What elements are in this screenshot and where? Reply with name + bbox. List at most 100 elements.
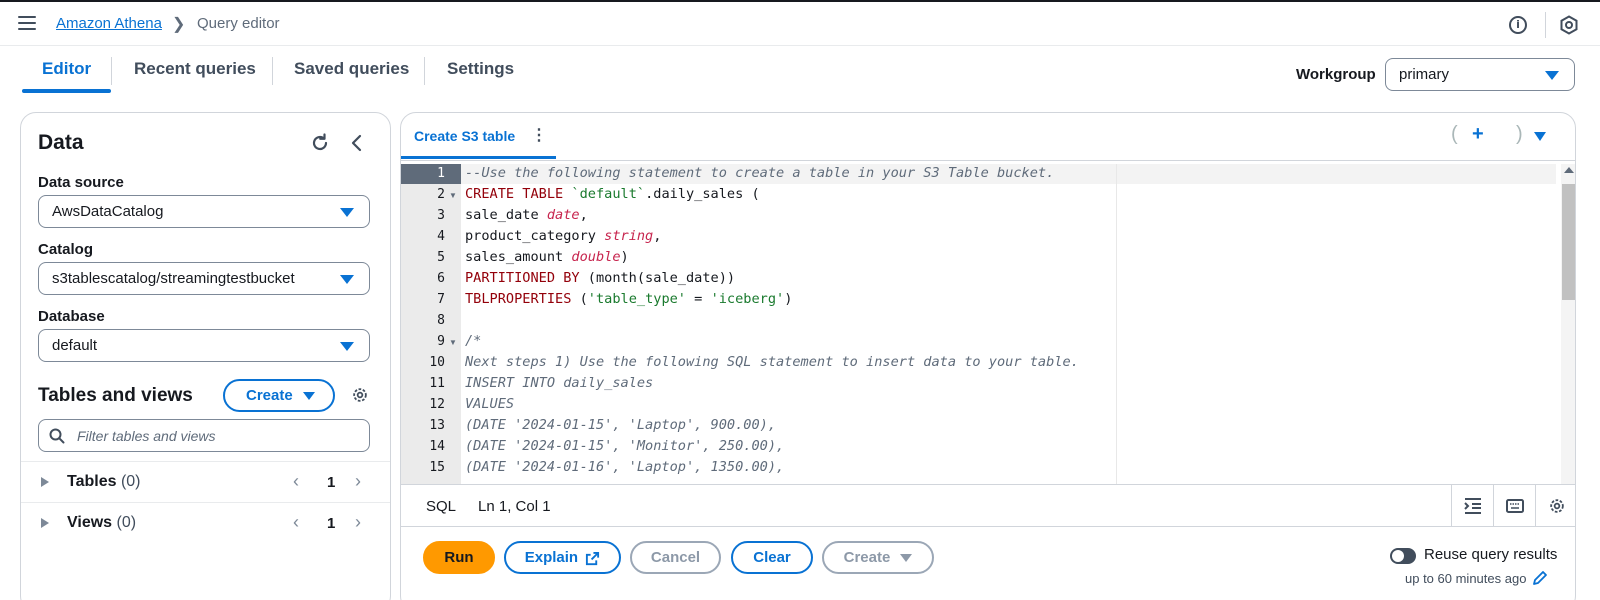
next-page-icon[interactable]: › bbox=[355, 471, 361, 492]
data-source-value: AwsDataCatalog bbox=[52, 203, 164, 220]
create-button-label: Create bbox=[246, 387, 293, 404]
clear-button[interactable]: Clear bbox=[731, 541, 813, 574]
refresh-icon[interactable] bbox=[310, 133, 330, 153]
code-line: --Use the following statement to create … bbox=[465, 165, 1055, 181]
topbar-divider bbox=[1545, 12, 1546, 38]
paren-open: ( bbox=[1451, 123, 1458, 145]
format-query-button[interactable] bbox=[1451, 485, 1493, 526]
code-line: PARTITIONED BY (month(sale_date)) bbox=[465, 270, 736, 286]
active-query-tab-indicator bbox=[401, 156, 556, 159]
line-number: 13 bbox=[429, 418, 445, 433]
database-select[interactable]: default bbox=[38, 329, 370, 362]
create-label: Create bbox=[843, 549, 891, 566]
catalog-select[interactable]: s3tablescatalog/streamingtestbucket bbox=[38, 262, 370, 295]
tab-saved-queries[interactable]: Saved queries bbox=[294, 59, 409, 79]
keyboard-shortcuts-button[interactable] bbox=[1493, 485, 1535, 526]
code-editor[interactable]: 1 2 ▼ 3 4 5 6 7 8 9 ▼ 10 11 12 13 14 15 --Use the follow… bbox=[401, 164, 1575, 484]
tables-page-number[interactable]: 1 bbox=[327, 474, 335, 491]
views-group-row: Views (0) ‹ 1 › bbox=[21, 502, 390, 543]
tabbar-border bbox=[401, 160, 1575, 161]
next-page-icon[interactable]: › bbox=[355, 512, 361, 533]
line-number: 9 bbox=[437, 334, 445, 349]
code-line: Next steps 1) Use the following SQL stat… bbox=[465, 354, 1079, 370]
data-source-label: Data source bbox=[38, 174, 124, 191]
info-icon[interactable]: i bbox=[1509, 16, 1527, 34]
print-margin bbox=[1116, 164, 1117, 484]
data-panel: Data Data source AwsDataCatalog Catalog … bbox=[20, 112, 391, 600]
menu-icon[interactable] bbox=[18, 16, 36, 30]
toggle-knob bbox=[1392, 550, 1404, 562]
gear-icon[interactable] bbox=[351, 386, 369, 404]
reuse-results-label: Reuse query results bbox=[1424, 546, 1558, 563]
tab-editor[interactable]: Editor bbox=[42, 59, 91, 79]
code-line: /* bbox=[465, 333, 482, 349]
vertical-scrollbar[interactable] bbox=[1561, 164, 1575, 484]
run-button[interactable]: Run bbox=[423, 541, 495, 574]
caret-right-icon[interactable] bbox=[41, 518, 49, 528]
add-query-tab-icon[interactable]: + bbox=[1472, 123, 1484, 146]
pencil-icon[interactable] bbox=[1532, 570, 1548, 586]
workgroup-select[interactable]: primary bbox=[1385, 58, 1575, 91]
code-line: CREATE TABLE `default`.daily_sales ( bbox=[465, 186, 760, 202]
cursor-position: Ln 1, Col 1 bbox=[478, 498, 551, 515]
search-icon bbox=[49, 428, 65, 444]
indent-icon bbox=[1464, 498, 1481, 514]
scrollbar-thumb[interactable] bbox=[1562, 184, 1575, 300]
tab-separator bbox=[111, 57, 112, 85]
run-label: Run bbox=[444, 549, 474, 566]
scroll-up-icon[interactable] bbox=[1564, 167, 1574, 173]
external-link-icon bbox=[586, 551, 600, 565]
views-count: (0) bbox=[116, 514, 137, 531]
cancel-button[interactable]: Cancel bbox=[630, 541, 721, 574]
data-source-select[interactable]: AwsDataCatalog bbox=[38, 195, 370, 228]
editor-status-bar: SQL Ln 1, Col 1 bbox=[401, 484, 1575, 527]
keyboard-icon bbox=[1506, 499, 1524, 513]
create-table-button[interactable]: Create bbox=[223, 379, 335, 412]
breadcrumb-current: Query editor bbox=[197, 15, 280, 32]
reuse-results-duration: up to 60 minutes ago bbox=[1405, 571, 1527, 586]
fold-toggle-icon[interactable]: ▼ bbox=[449, 191, 457, 200]
code-line: INSERT INTO daily_sales bbox=[465, 375, 654, 391]
code-line: (DATE '2024-01-16', 'Laptop', 1350.00), bbox=[465, 459, 785, 475]
paren-close: ) bbox=[1516, 123, 1523, 145]
editor-preferences-button[interactable] bbox=[1535, 485, 1575, 526]
data-panel-title: Data bbox=[38, 131, 84, 154]
tab-recent-queries[interactable]: Recent queries bbox=[134, 59, 256, 79]
more-options-icon[interactable]: ⋮ bbox=[531, 125, 547, 145]
tab-settings[interactable]: Settings bbox=[447, 59, 514, 79]
code-line: product_category string, bbox=[465, 228, 662, 244]
prev-page-icon[interactable]: ‹ bbox=[293, 471, 299, 492]
collapse-panel-icon[interactable] bbox=[347, 133, 367, 153]
caret-right-icon[interactable] bbox=[41, 477, 49, 487]
chevron-down-icon bbox=[340, 342, 354, 351]
line-number: 15 bbox=[429, 460, 445, 475]
tables-label: Tables bbox=[67, 473, 117, 490]
explain-label: Explain bbox=[524, 549, 579, 566]
create-button[interactable]: Create bbox=[822, 541, 934, 574]
code-line: TBLPROPERTIES ('table_type' = 'iceberg') bbox=[465, 291, 793, 307]
filter-tables-input[interactable]: Filter tables and views bbox=[38, 419, 370, 452]
fold-toggle-icon[interactable]: ▼ bbox=[449, 338, 457, 347]
line-number: 11 bbox=[429, 376, 445, 391]
reuse-results-toggle[interactable] bbox=[1390, 548, 1416, 564]
chevron-down-icon bbox=[900, 554, 913, 563]
top-navigation: Amazon Athena ❯ Query editor i bbox=[0, 0, 1600, 46]
active-tab-indicator bbox=[22, 89, 111, 93]
line-number: 4 bbox=[437, 229, 445, 244]
chevron-down-icon bbox=[340, 275, 354, 284]
line-number: 10 bbox=[429, 355, 445, 370]
chevron-down-icon bbox=[1545, 71, 1559, 80]
views-page-number[interactable]: 1 bbox=[327, 515, 335, 532]
prev-page-icon[interactable]: ‹ bbox=[293, 512, 299, 533]
explain-button[interactable]: Explain bbox=[504, 541, 621, 574]
tabs-dropdown-icon[interactable] bbox=[1534, 132, 1546, 141]
line-number: 7 bbox=[437, 292, 445, 307]
line-number: 12 bbox=[429, 397, 445, 412]
tables-and-views-title: Tables and views bbox=[38, 385, 193, 406]
settings-hexagon-icon[interactable] bbox=[1559, 15, 1579, 35]
query-tab-create-s3-table[interactable]: Create S3 table ⋮ bbox=[401, 113, 559, 160]
breadcrumb-amazon-athena[interactable]: Amazon Athena bbox=[56, 15, 162, 32]
tab-separator bbox=[424, 57, 425, 85]
gear-icon bbox=[1550, 499, 1564, 513]
chevron-down-icon bbox=[303, 392, 315, 400]
